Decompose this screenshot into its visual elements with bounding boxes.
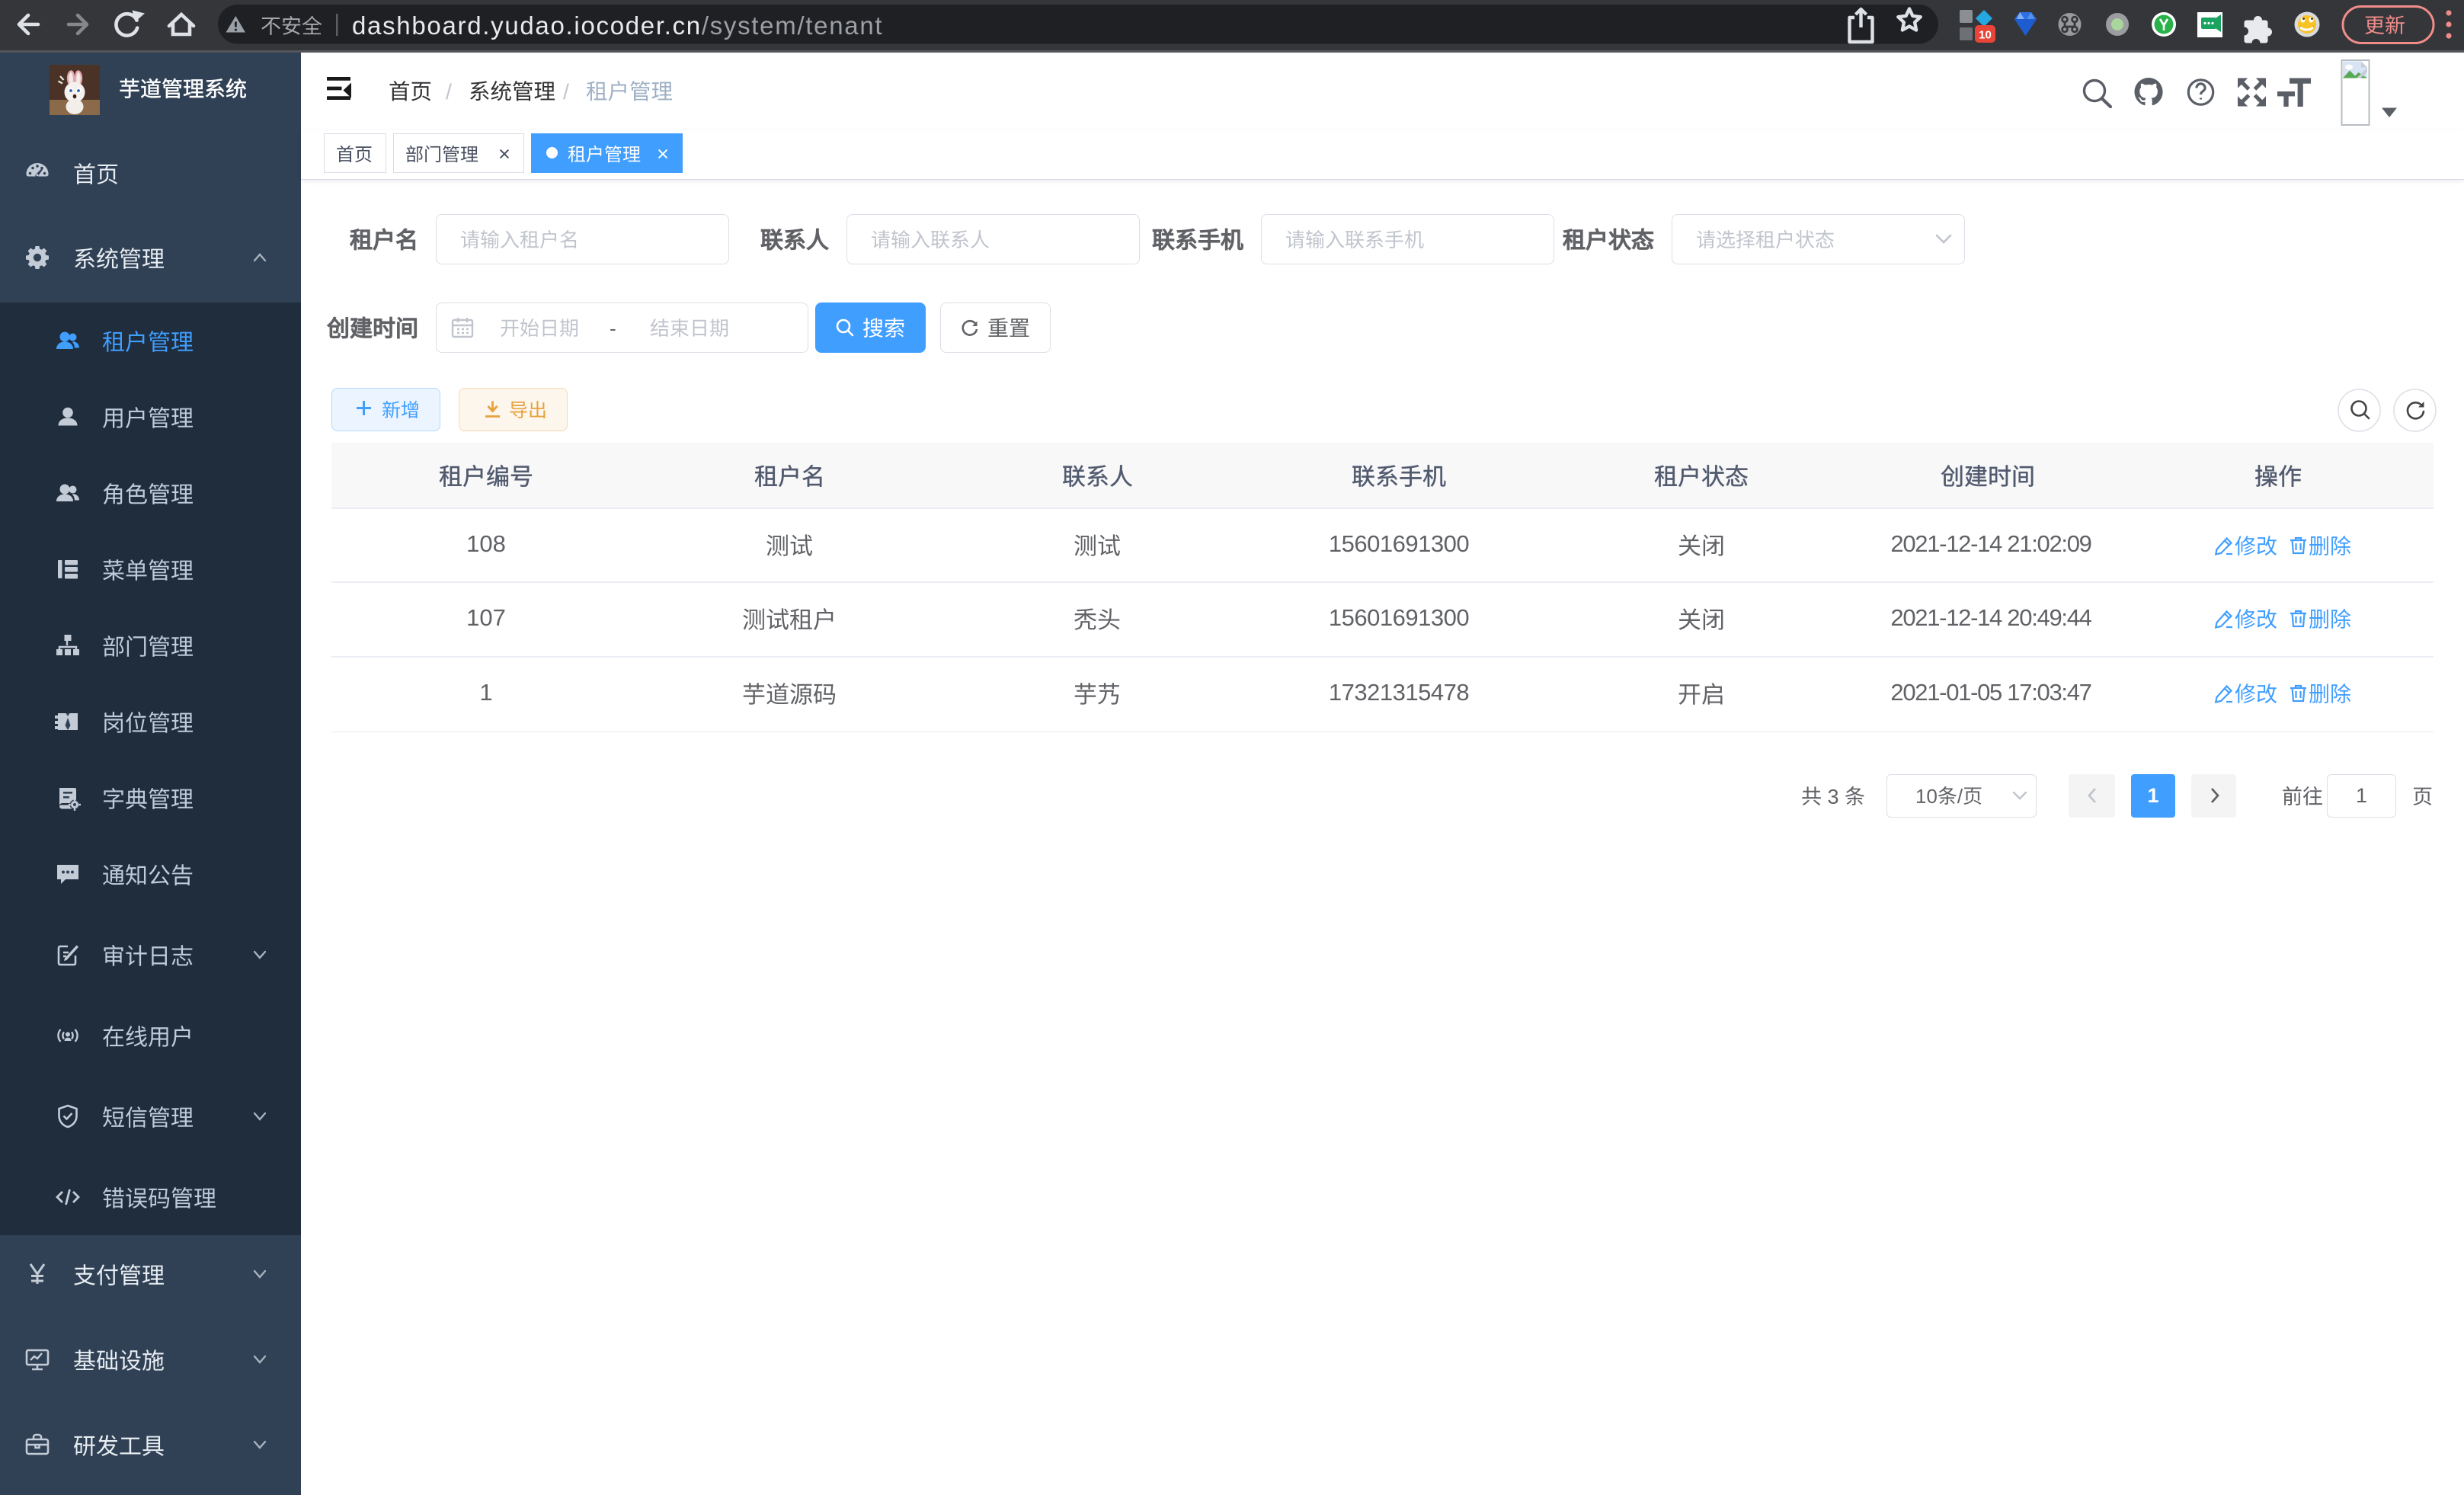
svg-text:10: 10 [1979, 29, 1992, 42]
